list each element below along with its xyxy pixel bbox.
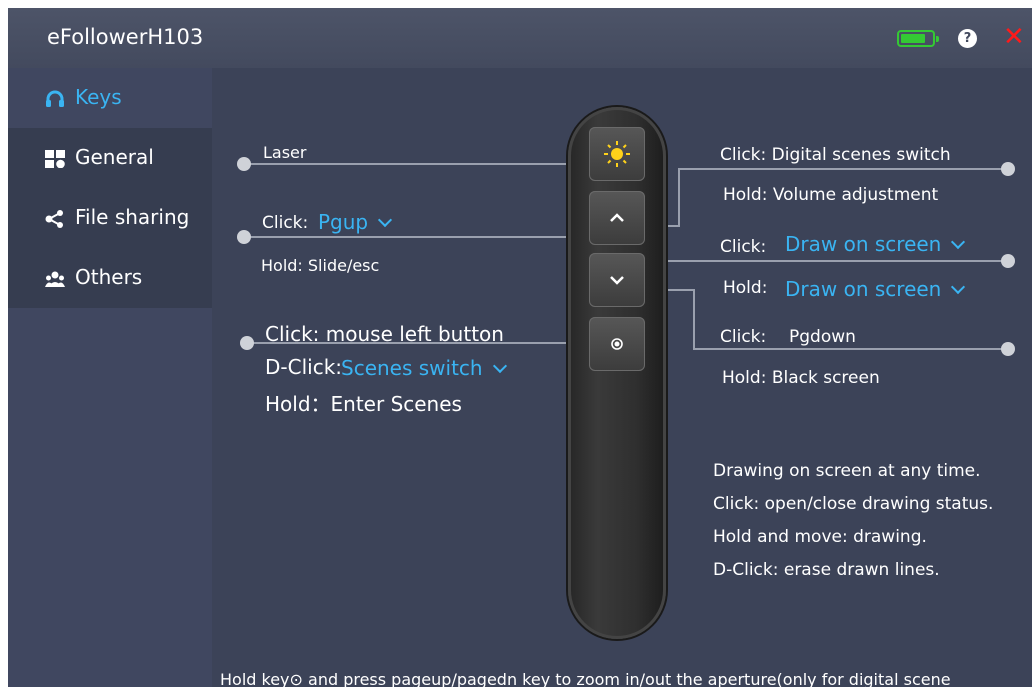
app-title: eFollowerH103 <box>47 25 204 49</box>
center-connector-dot <box>240 336 254 350</box>
draw-click-label: Click: <box>720 237 767 257</box>
note-line: Click: open/close drawing status. <box>713 494 994 514</box>
sidebar-item-keys[interactable]: Keys <box>8 68 212 128</box>
down-connector-dot <box>1001 342 1015 356</box>
down-click-label: Click: <box>720 327 767 347</box>
chevron-down-icon <box>951 279 966 295</box>
note-line: Hold and move: drawing. <box>713 527 927 547</box>
draw-connector-dot <box>1001 254 1015 268</box>
right-top-hold-label: Hold: Volume adjustment <box>723 185 939 205</box>
center-click-label: Click: mouse left button <box>265 322 504 346</box>
chevron-up-icon <box>610 213 624 222</box>
sidebar-item-label: Keys <box>75 85 122 109</box>
target-icon <box>611 338 623 350</box>
down-click-value: Pgdown <box>789 327 856 347</box>
up-connector-dot <box>237 230 251 244</box>
close-icon[interactable]: ✕ <box>1003 22 1025 52</box>
sidebar: Keys General File sharing Others <box>8 68 212 687</box>
laser-connector-dot <box>237 157 251 171</box>
laser-label: Laser <box>263 143 307 162</box>
center-dclick-dropdown[interactable]: Scenes switch <box>341 356 507 380</box>
page-down-button[interactable] <box>589 253 645 307</box>
sidebar-item-label: General <box>75 145 154 169</box>
right-top-click-label: Click: Digital scenes switch <box>720 145 951 165</box>
share-icon <box>45 210 63 228</box>
up-click-dropdown[interactable]: Pgup <box>318 210 393 234</box>
chevron-down-icon <box>610 276 624 285</box>
chevron-down-icon <box>378 212 393 228</box>
grid-icon <box>45 150 65 168</box>
sidebar-item-others[interactable]: Others <box>8 248 212 308</box>
up-click-label: Click: <box>262 213 309 233</box>
center-hold-label: Hold：Enter Scenes <box>265 392 462 416</box>
battery-level-fill <box>901 34 925 43</box>
chevron-down-icon <box>951 234 966 250</box>
footer-note: Hold key⊙ and press pageup/pagedn key to… <box>220 670 951 687</box>
draw-hold-label: Hold: <box>723 278 768 298</box>
right-top-connector-dot <box>1001 162 1015 176</box>
sun-icon <box>604 141 630 167</box>
page-up-button[interactable] <box>589 191 645 245</box>
draw-hold-dropdown[interactable]: Draw on screen <box>785 277 966 301</box>
app-window: eFollowerH103 ? ✕ Keys General File shar… <box>8 8 1032 687</box>
sidebar-item-label: File sharing <box>75 205 190 229</box>
battery-icon <box>897 30 939 47</box>
title-bar: eFollowerH103 ? ✕ <box>8 8 1032 68</box>
center-dclick-label: D-Click: <box>265 355 343 379</box>
note-line: D-Click: erase drawn lines. <box>713 560 940 580</box>
sidebar-item-file-sharing[interactable]: File sharing <box>8 188 212 248</box>
center-button[interactable] <box>589 317 645 371</box>
down-hold-label: Hold: Black screen <box>722 368 880 388</box>
up-hold-label: Hold: Slide/esc <box>261 256 380 275</box>
note-line: Drawing on screen at any time. <box>713 461 981 481</box>
laser-button[interactable] <box>589 127 645 181</box>
users-icon <box>45 271 65 287</box>
sidebar-item-label: Others <box>75 265 143 289</box>
presenter-remote <box>568 107 666 639</box>
chevron-down-icon <box>492 358 507 374</box>
draw-click-dropdown[interactable]: Draw on screen <box>785 232 966 256</box>
sidebar-item-general[interactable]: General <box>8 128 212 188</box>
keys-panel: Laser Click: Pgup Hold: Slide/esc Click:… <box>212 68 1032 687</box>
help-icon[interactable]: ? <box>958 29 977 48</box>
headset-icon <box>46 90 64 107</box>
